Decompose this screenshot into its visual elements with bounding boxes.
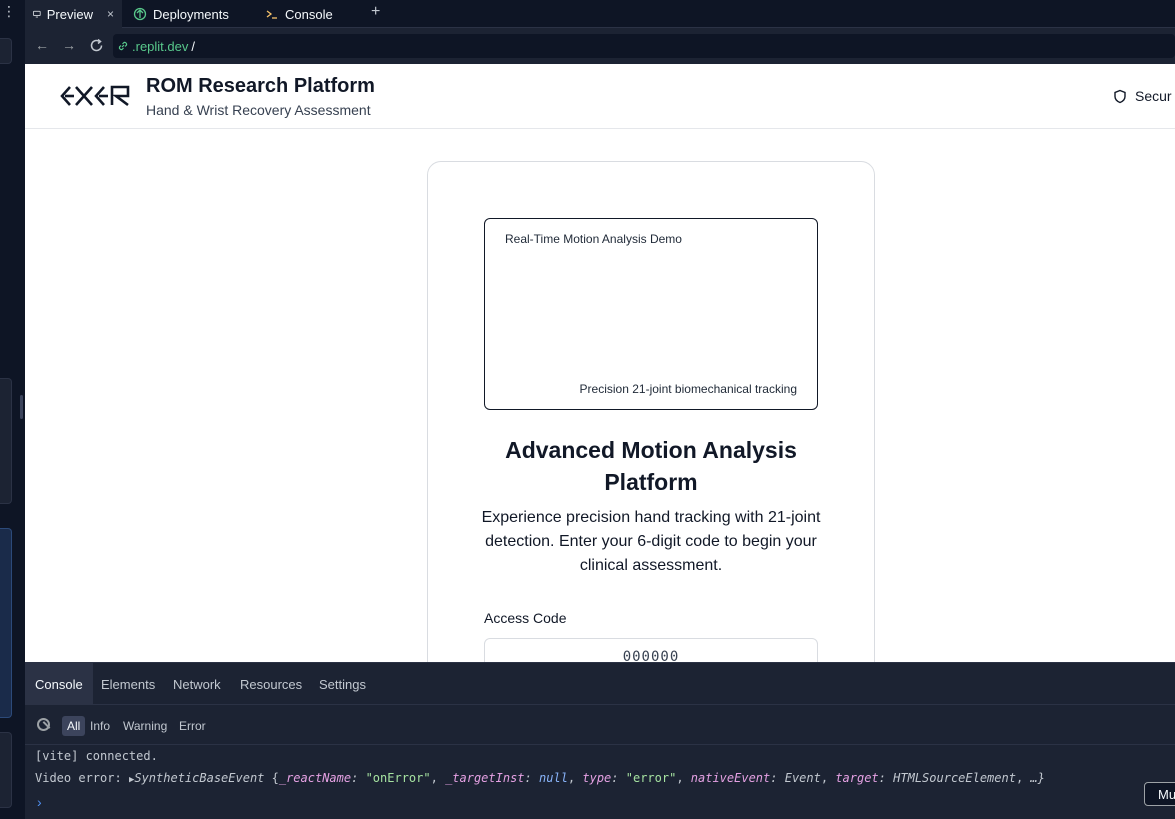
console-filters: All Info Warning Error: [25, 705, 1175, 745]
access-card: Real-Time Motion Analysis Demo Precision…: [427, 161, 875, 662]
shield-icon: [1114, 89, 1126, 103]
card-description: Experience precision hand tracking with …: [481, 509, 821, 574]
tab-label: Deployments: [153, 6, 229, 22]
monitor-icon: [33, 10, 41, 18]
left-sidebar: ⋮: [0, 0, 25, 819]
url-field[interactable]: .replit.dev /: [113, 34, 1175, 58]
preview-page: ROM Research Platform Hand & Wrist Recov…: [25, 64, 1175, 662]
log-value: HTMLSourceElement: [893, 771, 1016, 785]
devtools-tab-console[interactable]: Console: [25, 663, 93, 705]
back-arrow-icon[interactable]: ←: [35, 37, 49, 53]
tab-label: Preview: [46, 6, 93, 22]
exer-logo: [60, 85, 130, 107]
log-key: nativeEvent: [690, 771, 771, 785]
devtools-tabs: Console Elements Network Resources Setti…: [25, 663, 1175, 705]
filter-error[interactable]: Error: [174, 716, 211, 736]
add-tab-button[interactable]: +: [371, 3, 380, 21]
log-value: null: [539, 771, 568, 785]
tab-deployments[interactable]: Deployments: [125, 0, 237, 28]
close-icon[interactable]: ×: [107, 7, 114, 21]
kebab-menu-icon[interactable]: ⋮: [2, 4, 16, 18]
log-tail: …}: [1030, 771, 1045, 785]
replit-workspace: ⋮ Preview × Deployments Console + ← → .r…: [0, 0, 1175, 819]
console-prompt-icon[interactable]: ›: [37, 794, 42, 810]
log-key: type: [582, 771, 612, 785]
terminal-icon: [266, 10, 277, 19]
log-key: target: [835, 771, 879, 785]
filter-all[interactable]: All: [62, 716, 86, 736]
url-path: /: [191, 38, 195, 54]
log-value: "onError": [365, 771, 431, 785]
corner-button[interactable]: Mu: [1144, 782, 1175, 806]
devtools-tab-settings[interactable]: Settings: [309, 663, 376, 705]
app-header: ROM Research Platform Hand & Wrist Recov…: [25, 64, 1175, 129]
devtools-panel: Console Elements Network Resources Setti…: [25, 662, 1175, 819]
demo-caption: Precision 21-joint biomechanical trackin…: [579, 382, 797, 396]
forward-arrow-icon[interactable]: →: [62, 37, 76, 53]
console-line-error[interactable]: Video error: ▶SyntheticBaseEvent {_react…: [35, 771, 1045, 785]
log-prefix: Video error:: [35, 771, 122, 785]
secure-label: Secur: [1135, 88, 1172, 104]
devtools-tab-network[interactable]: Network: [163, 663, 231, 705]
tab-console[interactable]: Console: [257, 0, 341, 28]
sidebar-panel: [0, 378, 12, 504]
tab-label: Console: [285, 6, 333, 22]
demo-video: Real-Time Motion Analysis Demo Precision…: [484, 218, 818, 410]
sidebar-panel-bottom: [0, 732, 12, 808]
resize-handle[interactable]: [20, 395, 23, 419]
filter-warning[interactable]: Warning: [118, 716, 172, 736]
page-subtitle: Hand & Wrist Recovery Assessment: [146, 102, 371, 118]
log-key: _reactName: [278, 771, 352, 785]
console-line: [vite] connected.: [35, 749, 158, 763]
secure-badge: Secur: [1113, 88, 1172, 104]
devtools-tab-resources[interactable]: Resources: [230, 663, 312, 705]
clear-console-icon[interactable]: [37, 718, 50, 731]
refresh-icon[interactable]: [89, 38, 104, 53]
log-event-name: SyntheticBaseEvent: [134, 771, 265, 785]
access-code-input[interactable]: 000000: [484, 638, 818, 662]
url-host: .replit.dev: [132, 38, 189, 54]
page-title: ROM Research Platform: [146, 75, 375, 97]
demo-title: Real-Time Motion Analysis Demo: [505, 232, 682, 246]
log-key: _targetInst: [445, 771, 525, 785]
link-icon: [118, 41, 128, 51]
sidebar-panel-tab[interactable]: [0, 38, 12, 64]
tab-bar: Preview × Deployments Console +: [25, 0, 1175, 28]
log-value: "error": [625, 771, 677, 785]
access-code-label: Access Code: [484, 610, 567, 626]
deployments-icon: [133, 7, 147, 21]
card-title: Advanced Motion Analysis Platform: [505, 437, 797, 495]
devtools-tab-elements[interactable]: Elements: [91, 663, 165, 705]
filter-info[interactable]: Info: [85, 716, 115, 736]
log-value: Event: [784, 771, 821, 785]
sidebar-panel-active: [0, 528, 12, 718]
tab-preview[interactable]: Preview ×: [25, 0, 122, 28]
url-bar: ← → .replit.dev /: [25, 28, 1175, 64]
